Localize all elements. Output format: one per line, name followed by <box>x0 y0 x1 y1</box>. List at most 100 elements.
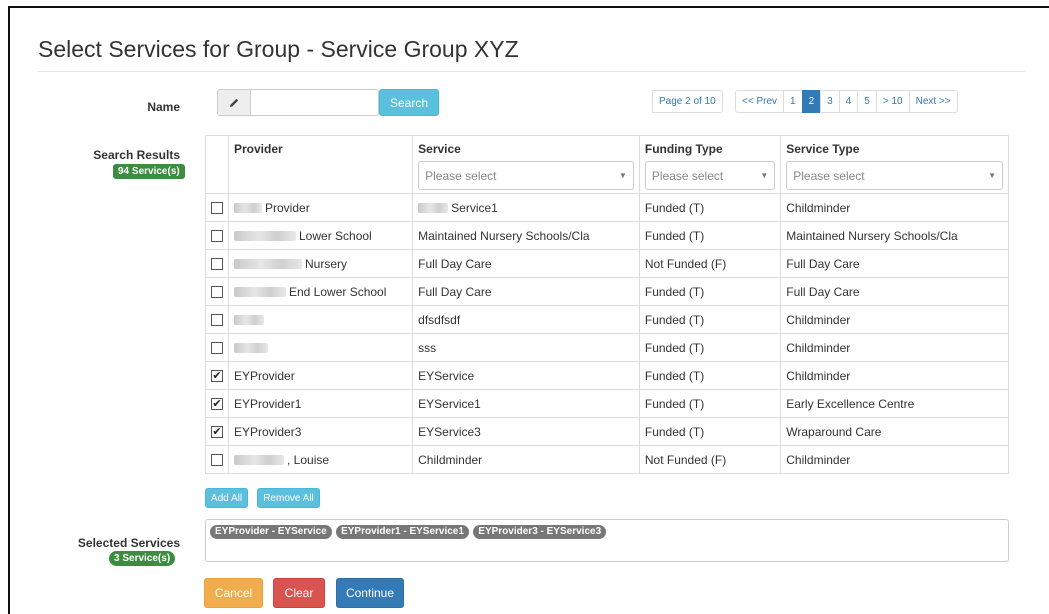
table-row[interactable]: dfsdfsdf Funded (T) Childminder <box>205 305 1009 334</box>
clear-button[interactable]: Clear <box>273 578 325 608</box>
pagination-page-1[interactable]: 1 <box>783 90 803 113</box>
pagination-page-5[interactable]: 5 <box>857 90 877 113</box>
provider-name: Lower School <box>299 228 372 243</box>
provider-cell: EYProvider1 <box>227 389 414 418</box>
row-checkbox-cell: ✔ <box>205 361 229 390</box>
selected-service-tag[interactable]: EYProvider3 - EYService3 <box>473 525 607 539</box>
search-button[interactable]: Search <box>379 89 439 116</box>
service-type-cell: Childminder <box>780 445 1009 474</box>
checkbox[interactable] <box>211 314 223 327</box>
checkbox[interactable] <box>211 230 223 243</box>
service-type-filter-select[interactable]: Please select ▼ <box>786 161 1003 190</box>
provider-cell <box>227 305 414 334</box>
checkbox-checked[interactable]: ✔ <box>211 426 223 439</box>
checkbox[interactable] <box>211 202 223 215</box>
provider-cell: Nursery <box>227 249 414 278</box>
funding-type-cell: Not Funded (F) <box>638 249 782 278</box>
service-cell: EYService3 <box>412 417 640 446</box>
pagination: << Prev 1 2 3 4 5 > 10 Next >> <box>735 90 958 113</box>
funding-type-cell: Not Funded (F) <box>638 445 782 474</box>
header-service-type-label: Service Type <box>786 142 860 156</box>
row-checkbox-cell <box>205 333 229 362</box>
service-filter-select[interactable]: Please select ▼ <box>418 161 634 190</box>
selected-service-tag[interactable]: EYProvider1 - EYService1 <box>336 525 469 539</box>
provider-name: EYProvider3 <box>234 424 302 439</box>
funding-type-cell: Funded (T) <box>638 193 782 222</box>
table-row[interactable]: Provider Service1 Funded (T) Childminder <box>205 193 1009 222</box>
pagination-next[interactable]: Next >> <box>908 90 958 113</box>
service-type-cell: Childminder <box>780 333 1009 362</box>
service-type-cell: Childminder <box>780 305 1009 334</box>
service-type-cell: Early Excellence Centre <box>780 389 1009 418</box>
pagination-page-2[interactable]: 2 <box>801 90 822 113</box>
provider-cell <box>227 333 414 362</box>
service-name: Service1 <box>451 200 498 215</box>
redacted-text <box>234 287 286 298</box>
checkbox-checked[interactable]: ✔ <box>211 398 223 411</box>
provider-name: , Louise <box>287 452 330 467</box>
service-cell: dfsdfsdf <box>412 305 640 334</box>
redacted-text <box>234 315 264 326</box>
results-table-body: Provider Service1 Funded (T) Childminder Low… <box>205 193 1009 474</box>
service-type-cell: Childminder <box>780 193 1009 222</box>
header-service: Service Please select ▼ <box>412 135 640 194</box>
redacted-text <box>234 455 284 466</box>
page-title: Select Services for Group - Service Grou… <box>38 36 519 62</box>
table-row[interactable]: ✔ EYProvider3 EYService3 Funded (T) Wraparou… <box>205 417 1009 446</box>
cancel-button[interactable]: Cancel <box>204 578 263 608</box>
checkbox[interactable] <box>211 342 223 355</box>
checkbox[interactable] <box>211 258 223 271</box>
table-row[interactable]: Nursery Full Day Care Not Funded (F) Full D… <box>205 249 1009 278</box>
name-search-input[interactable] <box>251 89 379 116</box>
table-row[interactable]: End Lower School Full Day Care Funded (T) F… <box>205 277 1009 306</box>
search-results-count-badge: 94 Service(s) <box>113 164 185 179</box>
checkbox[interactable] <box>211 454 223 467</box>
search-results-label: Search Results <box>93 148 180 162</box>
funding-type-filter-select[interactable]: Please select ▼ <box>644 161 776 190</box>
provider-cell: End Lower School <box>227 277 414 306</box>
service-name: sss <box>418 340 437 355</box>
pagination-page-3[interactable]: 3 <box>820 90 840 113</box>
service-name: Full Day Care <box>418 284 492 299</box>
continue-button[interactable]: Continue <box>336 578 404 608</box>
table-row[interactable]: sss Funded (T) Childminder <box>205 333 1009 362</box>
selected-service-tag[interactable]: EYProvider - EYService <box>210 525 332 539</box>
checkbox-checked[interactable]: ✔ <box>211 370 223 383</box>
remove-all-button[interactable]: Remove All <box>257 488 320 508</box>
table-row[interactable]: ✔ EYProvider EYService Funded (T) Childminde… <box>205 361 1009 390</box>
funding-type-cell: Funded (T) <box>638 277 782 306</box>
redacted-text <box>234 203 262 214</box>
results-table: Provider Service Please select ▼ Funding… <box>205 135 1009 474</box>
provider-name: EYProvider <box>234 368 295 383</box>
funding-type-cell: Funded (T) <box>638 221 782 250</box>
pagination-jump[interactable]: > 10 <box>875 90 910 113</box>
redacted-text <box>418 203 449 214</box>
table-row[interactable]: , Louise Childminder Not Funded (F) Childmi… <box>205 445 1009 474</box>
provider-name: Nursery <box>305 256 348 271</box>
row-checkbox-cell <box>205 221 229 250</box>
row-checkbox-cell <box>205 249 229 278</box>
provider-name: Provider <box>265 200 310 215</box>
provider-cell: EYProvider <box>227 361 414 390</box>
header-funding-type-label: Funding Type <box>644 142 723 156</box>
funding-type-cell: Funded (T) <box>638 305 782 334</box>
service-cell: EYService <box>412 361 640 390</box>
service-cell: Maintained Nursery Schools/Cla <box>412 221 640 250</box>
table-row[interactable]: ✔ EYProvider1 EYService1 Funded (T) Early Ex… <box>205 389 1009 418</box>
row-checkbox-cell <box>205 193 229 222</box>
table-header-row: Provider Service Please select ▼ Funding… <box>205 135 1009 194</box>
caret-down-icon: ▼ <box>760 171 769 180</box>
selected-services-label: Selected Services <box>77 536 180 550</box>
pencil-icon <box>217 89 251 116</box>
pagination-prev[interactable]: << Prev <box>735 90 785 113</box>
provider-cell: Provider <box>227 193 414 222</box>
pagination-page-4[interactable]: 4 <box>838 90 859 113</box>
page-info: Page 2 of 10 <box>652 90 723 113</box>
table-row[interactable]: Lower School Maintained Nursery Schools/C… <box>205 221 1009 250</box>
name-label: Name <box>147 100 180 114</box>
add-all-button[interactable]: Add All <box>205 488 248 508</box>
provider-name: End Lower School <box>289 284 387 299</box>
service-name: EYService <box>418 368 475 383</box>
service-name: Full Day Care <box>418 256 492 271</box>
checkbox[interactable] <box>211 286 223 299</box>
